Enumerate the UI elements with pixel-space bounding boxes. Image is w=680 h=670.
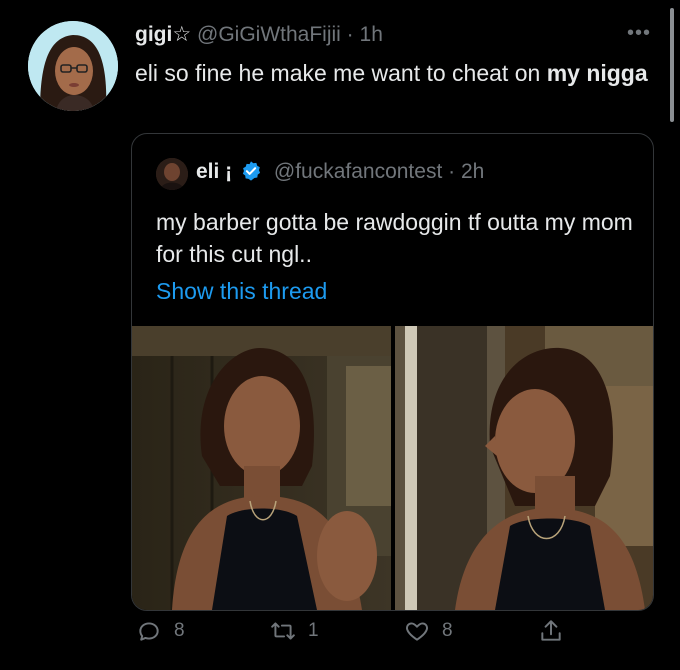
photo-side-image [395, 326, 653, 610]
tweet-text-plain: eli so fine he make me want to cheat on [135, 60, 547, 86]
more-dots-icon[interactable]: ••• [627, 22, 651, 45]
reply-icon [139, 622, 159, 641]
retweet-count: 1 [308, 620, 319, 641]
handle[interactable]: @GiGiWthaFijii [197, 23, 341, 46]
like-button[interactable]: 8 [404, 618, 453, 644]
quoted-separator: · [448, 160, 456, 183]
share-icon [541, 620, 561, 641]
photo-front[interactable] [132, 326, 391, 610]
tweet-header: gigi☆ @GiGiWthaFijii · 1h [135, 22, 383, 47]
photo-front-image [132, 326, 391, 610]
tweet-text: eli so fine he make me want to cheat on … [135, 57, 655, 90]
show-thread-link[interactable]: Show this thread [156, 278, 327, 305]
quoted-header: eli ¡ @fuckafancontest · 2h [196, 160, 484, 184]
separator: · [346, 23, 354, 46]
like-count: 8 [442, 620, 453, 641]
quoted-text: my barber gotta be rawdoggin tf outta my… [156, 209, 633, 267]
retweet-icon [271, 622, 295, 640]
avatar[interactable] [28, 21, 118, 111]
retweet-button[interactable]: 1 [270, 618, 319, 644]
media-grid [132, 326, 653, 610]
quoted-tweet[interactable]: eli ¡ @fuckafancontest · 2h my barber go… [131, 133, 654, 611]
action-bar: 8 1 8 [0, 618, 680, 658]
display-name[interactable]: gigi☆ [135, 23, 191, 46]
avatar-image [28, 21, 118, 111]
quoted-display-name[interactable]: eli ¡ [196, 160, 232, 183]
heart-icon [406, 622, 428, 641]
tweet: gigi☆ @GiGiWthaFijii · 1h ••• eli so fin… [0, 0, 680, 670]
tweet-text-bold: my nigga [546, 60, 648, 86]
quoted-avatar-image [156, 158, 188, 190]
scrollbar[interactable] [670, 8, 674, 122]
photo-side[interactable] [395, 326, 653, 610]
timestamp[interactable]: 1h [360, 23, 383, 46]
reply-count: 8 [174, 620, 185, 641]
share-button[interactable] [538, 618, 576, 644]
reply-button[interactable]: 8 [136, 618, 185, 644]
verified-badge-icon [242, 161, 261, 181]
quoted-handle[interactable]: @fuckafancontest [274, 160, 442, 183]
quoted-avatar[interactable] [156, 158, 188, 190]
quoted-timestamp[interactable]: 2h [461, 160, 484, 183]
